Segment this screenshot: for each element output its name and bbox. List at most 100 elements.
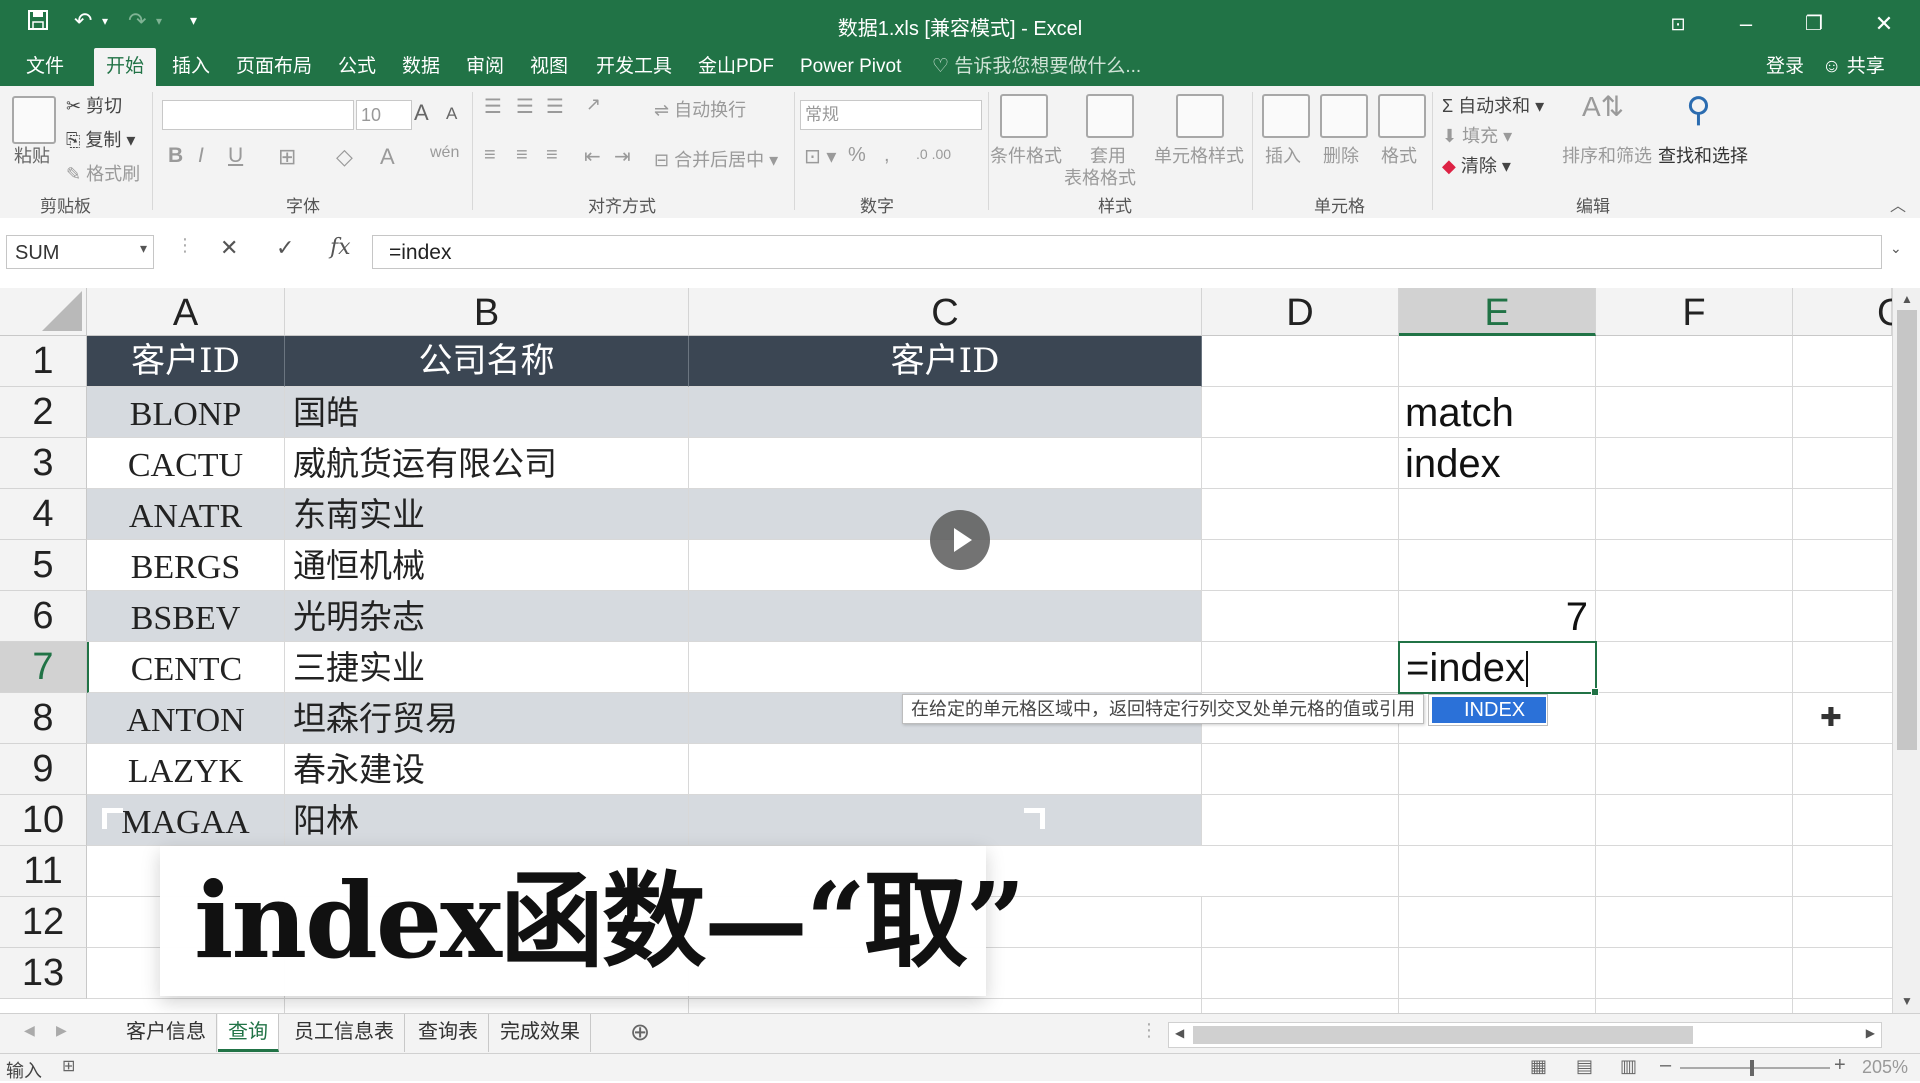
- table-cell-id[interactable]: BSBEV: [87, 591, 285, 642]
- sheet-tab-result[interactable]: 完成效果: [490, 1014, 591, 1052]
- sheet-tab-query[interactable]: 查询: [218, 1014, 279, 1052]
- table-cell-name[interactable]: 通恒机械: [285, 540, 689, 591]
- row-header-5[interactable]: 5: [0, 540, 87, 591]
- cell-styles-button[interactable]: 单元格样式: [1154, 142, 1244, 168]
- close-icon[interactable]: ✕: [1854, 6, 1914, 42]
- zoom-out-icon[interactable]: –: [1660, 1054, 1671, 1077]
- row-header-4[interactable]: 4: [0, 489, 87, 540]
- formula-input[interactable]: =index: [372, 235, 1882, 269]
- expand-formula-icon[interactable]: ⌄: [1890, 240, 1902, 257]
- tab-formulas[interactable]: 公式: [326, 48, 388, 86]
- table-cell-id[interactable]: LAZYK: [87, 744, 285, 795]
- borders-icon[interactable]: ⊞: [278, 144, 296, 170]
- select-all-corner[interactable]: [0, 288, 87, 336]
- align-top-icon[interactable]: ☰: [484, 94, 502, 119]
- scroll-left-icon[interactable]: ◀: [1175, 1026, 1184, 1040]
- format-cells-icon[interactable]: [1378, 94, 1426, 138]
- cell-e2[interactable]: match: [1399, 387, 1596, 438]
- minimize-icon[interactable]: –: [1716, 6, 1776, 42]
- tab-insert[interactable]: 插入: [160, 48, 222, 86]
- table-cell-empty[interactable]: [689, 387, 1202, 438]
- decrease-indent-icon[interactable]: ⇤: [584, 144, 601, 169]
- play-video-icon[interactable]: [930, 510, 990, 570]
- find-select-button[interactable]: 查找和选择: [1658, 142, 1748, 168]
- cell-e7-editor[interactable]: =index: [1400, 643, 1525, 694]
- paste-button[interactable]: 粘贴: [14, 142, 50, 168]
- font-size-box[interactable]: 10: [356, 100, 412, 130]
- tab-splitter-icon[interactable]: ⋮: [1140, 1020, 1158, 1041]
- scroll-up-icon[interactable]: ▲: [1901, 292, 1913, 306]
- cell-a1[interactable]: 客户ID: [87, 336, 285, 387]
- format-painter-button[interactable]: ✎ 格式刷: [66, 160, 140, 186]
- row-header-11[interactable]: 11: [0, 846, 87, 897]
- grow-font-button[interactable]: A: [414, 100, 429, 126]
- tab-data[interactable]: 数据: [390, 48, 452, 86]
- macro-record-icon[interactable]: ⊞: [62, 1056, 75, 1076]
- sheet-tab-customer-info[interactable]: 客户信息: [116, 1014, 217, 1052]
- tab-home[interactable]: 开始: [94, 48, 157, 86]
- cell-e3[interactable]: index: [1399, 438, 1596, 489]
- bold-button[interactable]: B: [168, 144, 183, 168]
- zoom-slider-thumb[interactable]: [1750, 1060, 1754, 1076]
- shrink-font-button[interactable]: A: [446, 104, 457, 124]
- fill-handle[interactable]: [1591, 688, 1599, 696]
- cell-b1[interactable]: 公司名称: [285, 336, 689, 387]
- phonetic-button[interactable]: wén: [430, 144, 459, 162]
- normal-view-icon[interactable]: ▦: [1530, 1056, 1547, 1077]
- next-sheet-icon[interactable]: ▶: [56, 1022, 67, 1039]
- row-header-10[interactable]: 10: [0, 795, 87, 846]
- scroll-right-icon[interactable]: ▶: [1866, 1026, 1875, 1040]
- horizontal-scrollbar[interactable]: ◀ ▶: [1168, 1022, 1882, 1048]
- row-header-9[interactable]: 9: [0, 744, 87, 795]
- cut-button[interactable]: ✂ 剪切: [66, 92, 122, 118]
- row-header-7[interactable]: 7: [0, 642, 87, 693]
- zoom-level[interactable]: 205%: [1862, 1057, 1908, 1078]
- collapse-ribbon-icon[interactable]: ︿: [1890, 192, 1906, 216]
- paste-icon[interactable]: [12, 96, 56, 144]
- row-header-6[interactable]: 6: [0, 591, 87, 642]
- active-cell-e7[interactable]: =index: [1398, 641, 1599, 696]
- name-box[interactable]: SUM: [6, 235, 154, 269]
- row-header-13[interactable]: 13: [0, 948, 87, 999]
- table-cell-name[interactable]: 光明杂志: [285, 591, 689, 642]
- table-cell-name[interactable]: 坦森行贸易: [285, 693, 689, 744]
- sheet-tab-query-table[interactable]: 查询表: [408, 1014, 489, 1052]
- horizontal-scroll-thumb[interactable]: [1193, 1026, 1693, 1044]
- vertical-scroll-thumb[interactable]: [1897, 310, 1917, 750]
- cell-e6[interactable]: 7: [1399, 591, 1596, 642]
- column-header-e[interactable]: E: [1399, 288, 1596, 336]
- row-header-12[interactable]: 12: [0, 897, 87, 948]
- table-cell-empty[interactable]: [689, 438, 1202, 489]
- tab-view[interactable]: 视图: [518, 48, 580, 86]
- conditional-format-icon[interactable]: [1000, 94, 1048, 138]
- column-header-c[interactable]: C: [689, 288, 1202, 336]
- cell-styles-icon[interactable]: [1176, 94, 1224, 138]
- fill-color-icon[interactable]: ◇: [336, 144, 353, 170]
- conditional-format-button[interactable]: 条件格式: [990, 142, 1062, 168]
- restore-icon[interactable]: ❐: [1784, 6, 1844, 42]
- prev-sheet-icon[interactable]: ◀: [24, 1022, 35, 1039]
- zoom-slider[interactable]: [1680, 1060, 1830, 1076]
- row-header-1[interactable]: 1: [0, 336, 87, 387]
- column-header-b[interactable]: B: [285, 288, 689, 336]
- table-cell-empty[interactable]: [689, 744, 1202, 795]
- delete-cells-icon[interactable]: [1320, 94, 1368, 138]
- vertical-scrollbar[interactable]: ▲ ▼: [1892, 288, 1920, 1013]
- suggestion-index[interactable]: INDEX: [1432, 697, 1546, 723]
- magnifier-icon[interactable]: ⚲: [1686, 90, 1711, 130]
- table-cell-name[interactable]: 国皓: [285, 387, 689, 438]
- row-header-2[interactable]: 2: [0, 387, 87, 438]
- scroll-down-icon[interactable]: ▼: [1901, 994, 1913, 1008]
- table-cell-empty[interactable]: [689, 591, 1202, 642]
- add-sheet-icon[interactable]: ⊕: [630, 1018, 650, 1047]
- table-cell-name[interactable]: 威航货运有限公司: [285, 438, 689, 489]
- ribbon-display-options-icon[interactable]: ⊡: [1648, 6, 1708, 42]
- clear-button[interactable]: ◆ 清除 ▾: [1442, 152, 1511, 178]
- table-cell-name[interactable]: 春永建设: [285, 744, 689, 795]
- tab-pdf[interactable]: 金山PDF: [686, 48, 786, 86]
- column-header-g[interactable]: G: [1793, 288, 1907, 336]
- row-header-8[interactable]: 8: [0, 693, 87, 744]
- align-bottom-icon[interactable]: ☰: [546, 94, 564, 119]
- underline-button[interactable]: U: [228, 144, 243, 168]
- table-cell-id[interactable]: CENTC: [87, 642, 285, 693]
